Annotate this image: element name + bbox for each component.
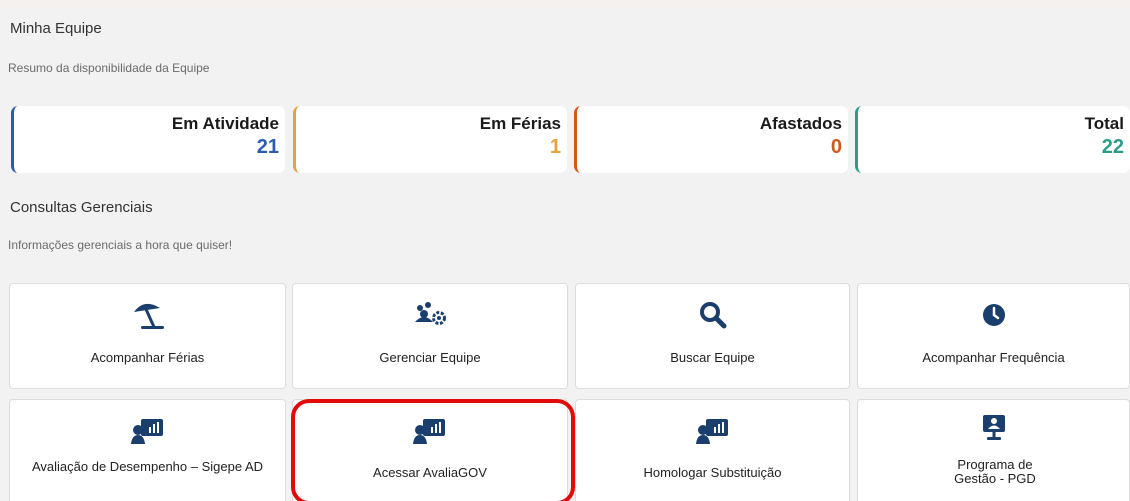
chalkboard-user-icon xyxy=(576,417,849,447)
card-acompanhar-ferias[interactable]: Acompanhar Férias xyxy=(9,283,286,389)
card-label: Avaliação de Desempenho – Sigepe AD xyxy=(31,459,264,474)
search-icon xyxy=(576,300,849,330)
stat-value: 22 xyxy=(1101,136,1124,158)
management-section-subtitle: Informações gerenciais a hora que quiser… xyxy=(8,238,233,252)
card-avaliacao-desempenho[interactable]: Avaliação de Desempenho – Sigepe AD xyxy=(9,399,286,501)
chalkboard-user-icon xyxy=(293,417,567,447)
stat-value: 1 xyxy=(549,136,561,158)
card-programa-gestao-pgd[interactable]: Programa de Gestão - PGD xyxy=(857,399,1130,501)
stat-label: Em Atividade xyxy=(171,114,279,133)
team-section-subtitle: Resumo da disponibilidade da Equipe xyxy=(8,61,210,75)
user-monitor-icon xyxy=(858,414,1129,444)
chalkboard-user-icon xyxy=(10,417,285,447)
card-label: Acessar AvaliaGOV xyxy=(373,465,487,480)
card-label: Acompanhar Férias xyxy=(90,350,205,365)
stat-total[interactable]: Total 22 xyxy=(855,106,1130,173)
stat-em-ferias[interactable]: Em Férias 1 xyxy=(293,106,567,173)
clock-icon xyxy=(858,300,1129,330)
top-strip xyxy=(0,0,1130,8)
stat-value: 21 xyxy=(256,136,279,158)
management-section-title: Consultas Gerenciais xyxy=(10,199,153,216)
card-acessar-avaliagov[interactable]: Acessar AvaliaGOV xyxy=(292,399,568,501)
stat-label: Total xyxy=(1084,114,1124,133)
card-label: Gerenciar Equipe xyxy=(379,350,481,365)
card-gerenciar-equipe[interactable]: Gerenciar Equipe xyxy=(292,283,568,389)
card-buscar-equipe[interactable]: Buscar Equipe xyxy=(575,283,850,389)
stat-em-atividade[interactable]: Em Atividade 21 xyxy=(11,106,285,173)
stat-label: Em Férias xyxy=(479,114,561,133)
users-gear-icon xyxy=(293,300,567,330)
stat-label: Afastados xyxy=(759,114,842,133)
team-section-title: Minha Equipe xyxy=(10,20,102,37)
card-acompanhar-frequencia[interactable]: Acompanhar Frequência xyxy=(857,283,1130,389)
card-label: Programa de Gestão - PGD xyxy=(954,457,1036,486)
card-label: Buscar Equipe xyxy=(670,350,755,365)
card-homologar-substituicao[interactable]: Homologar Substituição xyxy=(575,399,850,501)
stat-afastados[interactable]: Afastados 0 xyxy=(574,106,848,173)
card-label: Homologar Substituição xyxy=(643,465,782,480)
stat-value: 0 xyxy=(830,136,842,158)
umbrella-beach-icon xyxy=(10,300,285,330)
card-label: Acompanhar Frequência xyxy=(922,350,1065,365)
